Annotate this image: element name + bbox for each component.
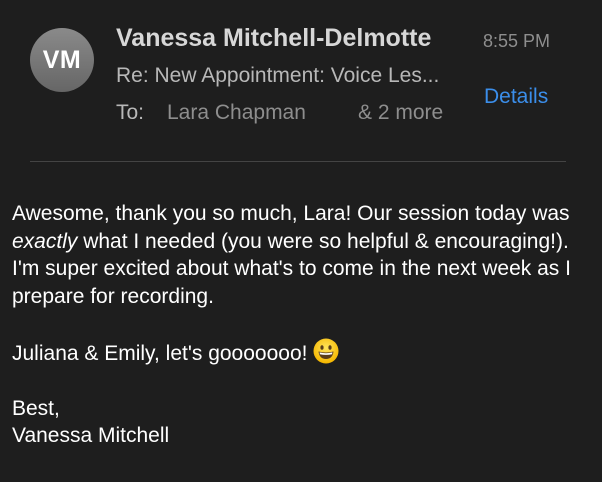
avatar: VM	[30, 28, 94, 92]
emphasis-text: exactly	[12, 229, 78, 253]
paragraph-text: Awesome, thank you so much, Lara! Our se…	[12, 202, 570, 225]
sent-time: 8:55 PM	[483, 31, 551, 51]
email-subject: Re: New Appointment: Voice Les...	[116, 64, 440, 87]
grinning-face-emoji-icon	[313, 338, 339, 363]
email-view: VM Vanessa Mitchell-Delmotte 8:55 PM Re:…	[0, 0, 602, 482]
avatar-initials: VM	[42, 45, 82, 74]
more-recipients[interactable]: & 2 more	[358, 101, 443, 125]
body-paragraph-1: Awesome, thank you so much, Lara! Our se…	[12, 200, 598, 310]
signature-line: Vanessa Mitchell	[12, 424, 170, 447]
header-divider	[30, 161, 566, 162]
recipients-row: To: Lara Chapman & 2 more	[116, 101, 443, 125]
details-link[interactable]: Details	[484, 85, 548, 109]
email-body: Awesome, thank you so much, Lara! Our se…	[12, 200, 598, 450]
body-paragraph-2: Juliana & Emily, let's gooooooo!	[12, 338, 598, 368]
recipient-name[interactable]: Lara Chapman	[167, 101, 306, 125]
sender-name: Vanessa Mitchell-Delmotte	[116, 24, 432, 52]
paragraph-text: Juliana & Emily, let's gooooooo!	[12, 341, 314, 365]
to-label: To:	[116, 101, 145, 124]
closing-line: Best,	[12, 396, 60, 420]
paragraph-text: what I needed (you were so helpful & enc…	[12, 229, 571, 308]
